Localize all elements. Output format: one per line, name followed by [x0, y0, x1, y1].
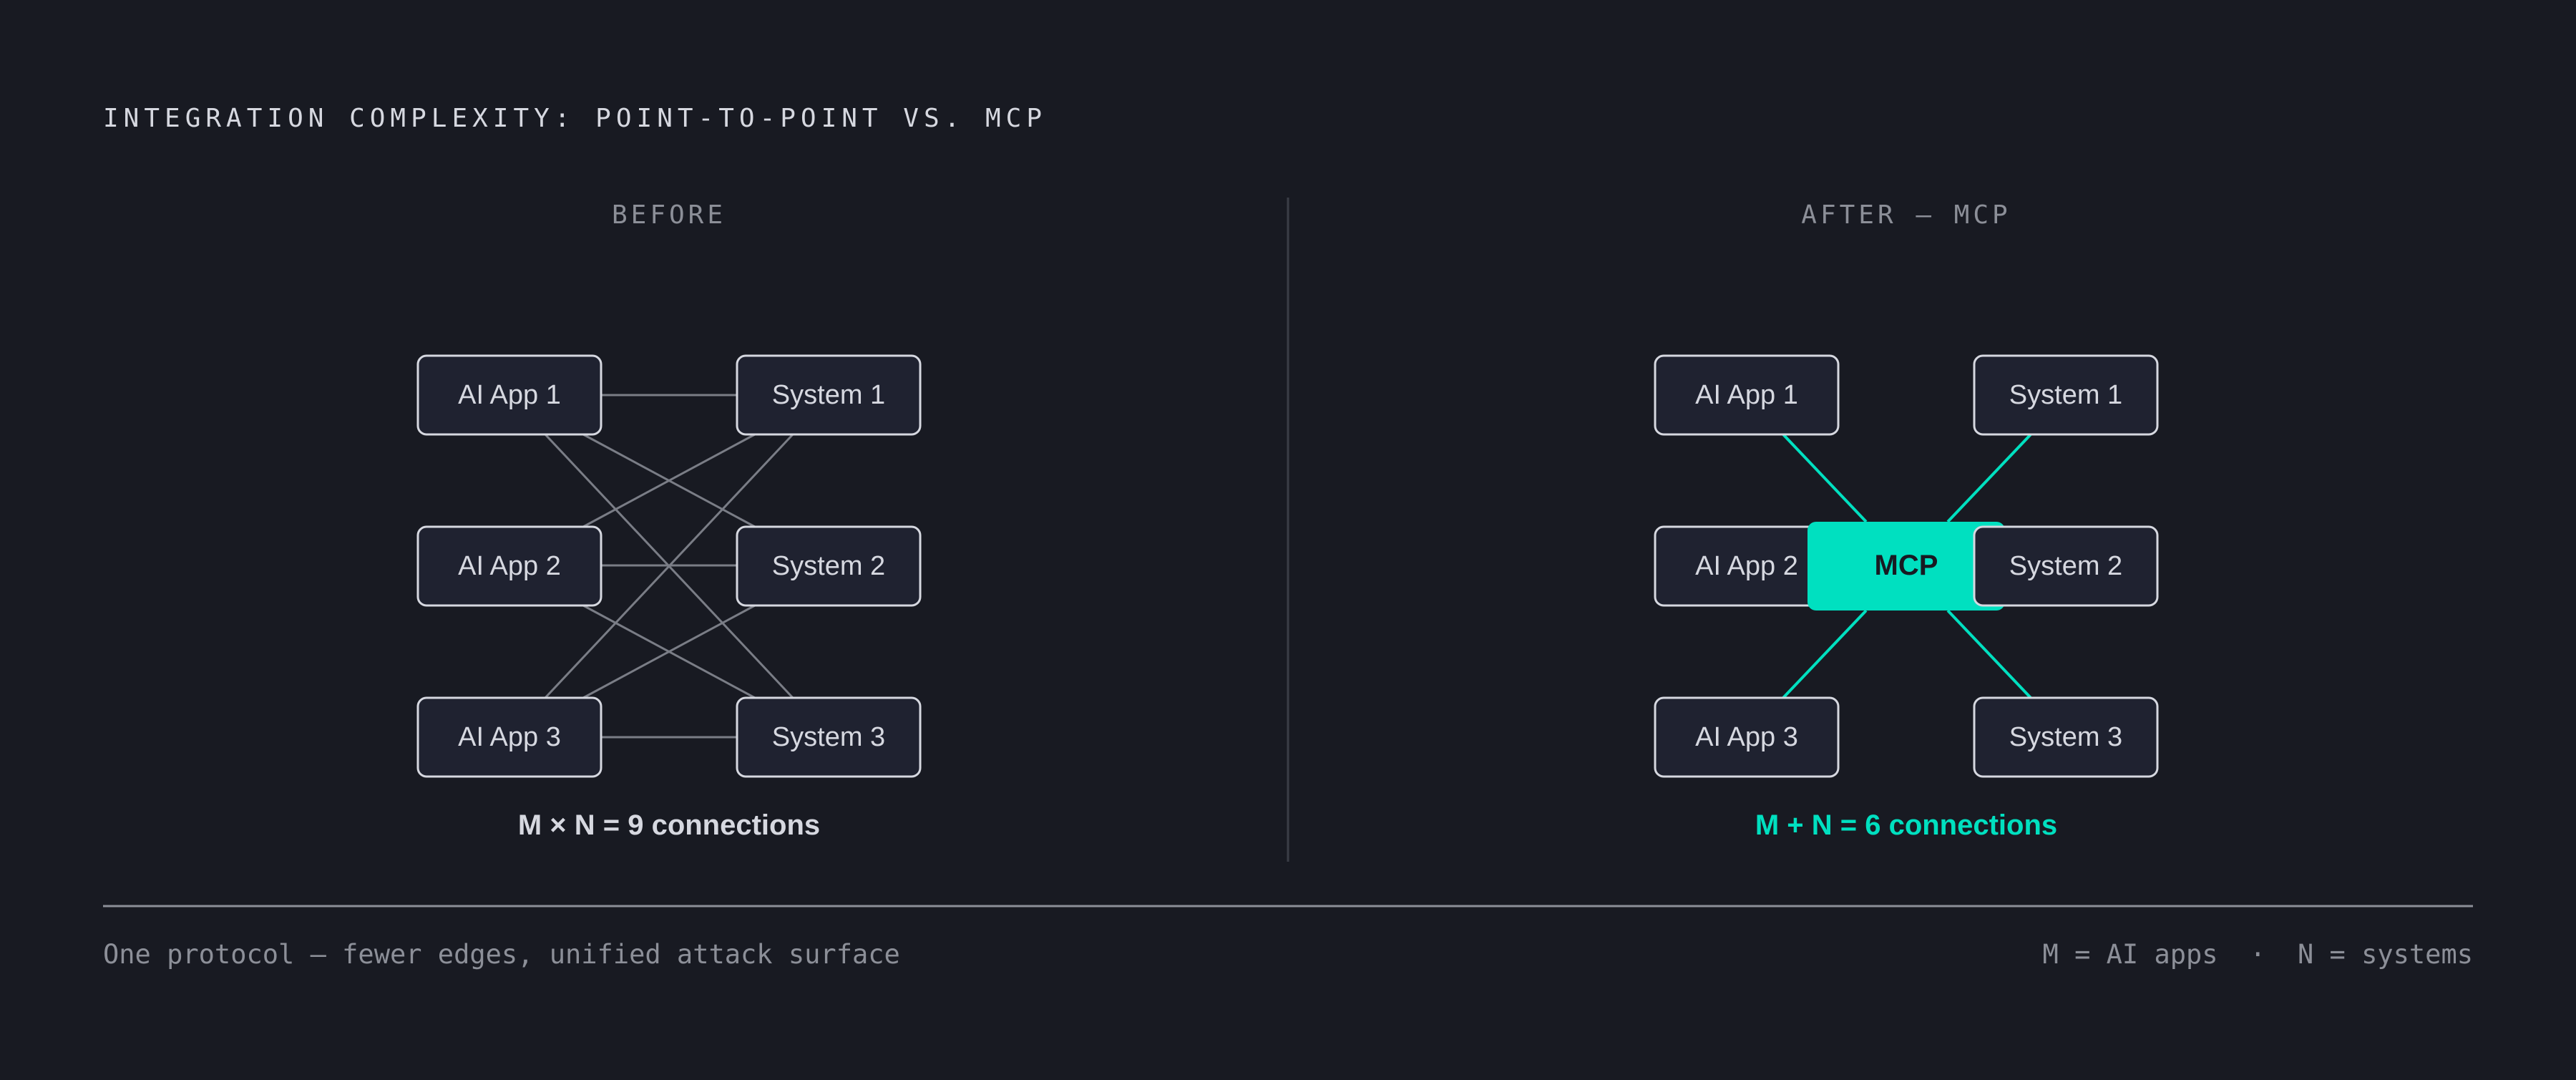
after-app-node-3: AI App 3: [1654, 696, 1840, 778]
after-app-label: AI App 2: [1695, 551, 1798, 581]
before-system-node-2: System 2: [736, 525, 922, 607]
after-app-label: AI App 1: [1695, 380, 1798, 410]
before-system-node-1: System 1: [736, 354, 922, 436]
after-app-node-1: AI App 1: [1654, 354, 1840, 436]
before-app-label: AI App 2: [458, 551, 561, 581]
after-system-label: System 2: [2009, 551, 2122, 581]
diagram-canvas: INTEGRATION COMPLEXITY: POINT-TO-POINT V…: [103, 104, 2473, 970]
before-system-label: System 3: [772, 722, 885, 752]
page-title: INTEGRATION COMPLEXITY: POINT-TO-POINT V…: [103, 104, 1047, 133]
edge-system1-mcp: [1946, 433, 2032, 523]
after-panel-label: AFTER — MCP: [1801, 200, 2011, 230]
after-system-label: System 1: [2009, 380, 2122, 410]
before-app-label: AI App 1: [458, 380, 561, 410]
after-system-node-1: System 1: [1973, 354, 2159, 436]
edge-app1-mcp: [1782, 433, 1868, 523]
before-caption: M × N = 9 connections: [518, 809, 820, 841]
before-app-label: AI App 3: [458, 722, 561, 752]
edge-system3-mcp: [1946, 609, 2032, 699]
before-app-node-1: AI App 1: [416, 354, 602, 436]
after-app-label: AI App 3: [1695, 722, 1798, 752]
before-panel-label: BEFORE: [612, 200, 726, 230]
after-system-node-2: System 2: [1973, 525, 2159, 607]
before-system-label: System 2: [772, 551, 885, 581]
after-system-node-3: System 3: [1973, 696, 2159, 778]
footer-legend: M = AI apps · N = systems: [2043, 939, 2473, 970]
after-system-label: System 3: [2009, 722, 2122, 752]
before-app-node-3: AI App 3: [416, 696, 602, 778]
before-app-node-2: AI App 2: [416, 525, 602, 607]
after-caption: M + N = 6 connections: [1755, 809, 2057, 841]
edge-app3-mcp: [1782, 609, 1868, 699]
footer-note: One protocol — fewer edges, unified atta…: [103, 939, 900, 970]
before-system-node-3: System 3: [736, 696, 922, 778]
before-system-label: System 1: [772, 380, 885, 410]
mcp-hub-label: MCP: [1875, 550, 1938, 581]
